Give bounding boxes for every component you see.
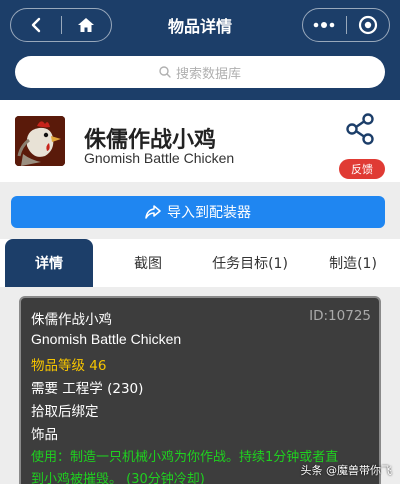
target-circle-icon — [358, 15, 377, 35]
search-input[interactable]: 搜索数据库 — [15, 56, 385, 88]
item-tooltip: 侏儒作战小鸡 ID:10725 Gnomish Battle Chicken 物… — [19, 296, 381, 484]
more-dots-icon — [313, 22, 335, 28]
feedback-button[interactable]: 反馈 — [339, 159, 385, 179]
tab-screenshots[interactable]: 截图 — [108, 239, 188, 287]
header-bar: 物品详情 搜索数据库 — [0, 0, 400, 100]
tooltip-name-en: Gnomish Battle Chicken — [31, 331, 182, 347]
item-header-card: 侏儒作战小鸡 Gnomish Battle Chicken 反馈 — [0, 100, 400, 182]
share-button[interactable] — [344, 112, 378, 150]
tab-details[interactable]: 详情 — [5, 239, 93, 287]
tab-quest-objectives[interactable]: 任务目标(1) — [200, 239, 300, 287]
tooltip-item-id: ID:10725 — [309, 308, 371, 324]
tooltip-item-level: 物品等级 46 — [31, 358, 107, 374]
share-icon — [346, 113, 374, 145]
import-to-gear-planner-button[interactable]: 导入到配装器 — [11, 196, 385, 228]
share-arrow-icon — [145, 205, 161, 219]
tooltip-bind-type: 拾取后绑定 — [31, 404, 99, 420]
battle-chicken-icon — [15, 116, 65, 166]
detail-panel: 侏儒作战小鸡 ID:10725 Gnomish Battle Chicken 物… — [0, 287, 400, 484]
tooltip-name-cn: 侏儒作战小鸡 — [31, 312, 112, 328]
search-placeholder: 搜索数据库 — [175, 66, 241, 82]
import-button-label: 导入到配装器 — [167, 205, 251, 221]
tab-bar: 详情 截图 任务目标(1) 制造(1) — [0, 239, 400, 287]
more-button[interactable] — [303, 9, 346, 41]
tooltip-requirement: 需要 工程学 (230) — [31, 381, 144, 397]
search-icon — [159, 66, 171, 78]
watermark-label: 头条 @魔兽带你飞 — [300, 464, 393, 477]
tooltip-use-line2: 到小鸡被摧毁。 (30分钟冷却) — [31, 472, 205, 484]
tab-crafting[interactable]: 制造(1) — [315, 239, 391, 287]
tooltip-slot: 饰品 — [31, 427, 58, 443]
item-icon — [15, 116, 65, 166]
item-name-en: Gnomish Battle Chicken — [84, 150, 235, 166]
close-miniprogram-button[interactable] — [346, 9, 389, 41]
tooltip-use-line1: 使用：制造一只机械小鸡为你作战。持续1分钟或者直 — [31, 450, 339, 465]
nav-capsule-right — [302, 8, 390, 42]
